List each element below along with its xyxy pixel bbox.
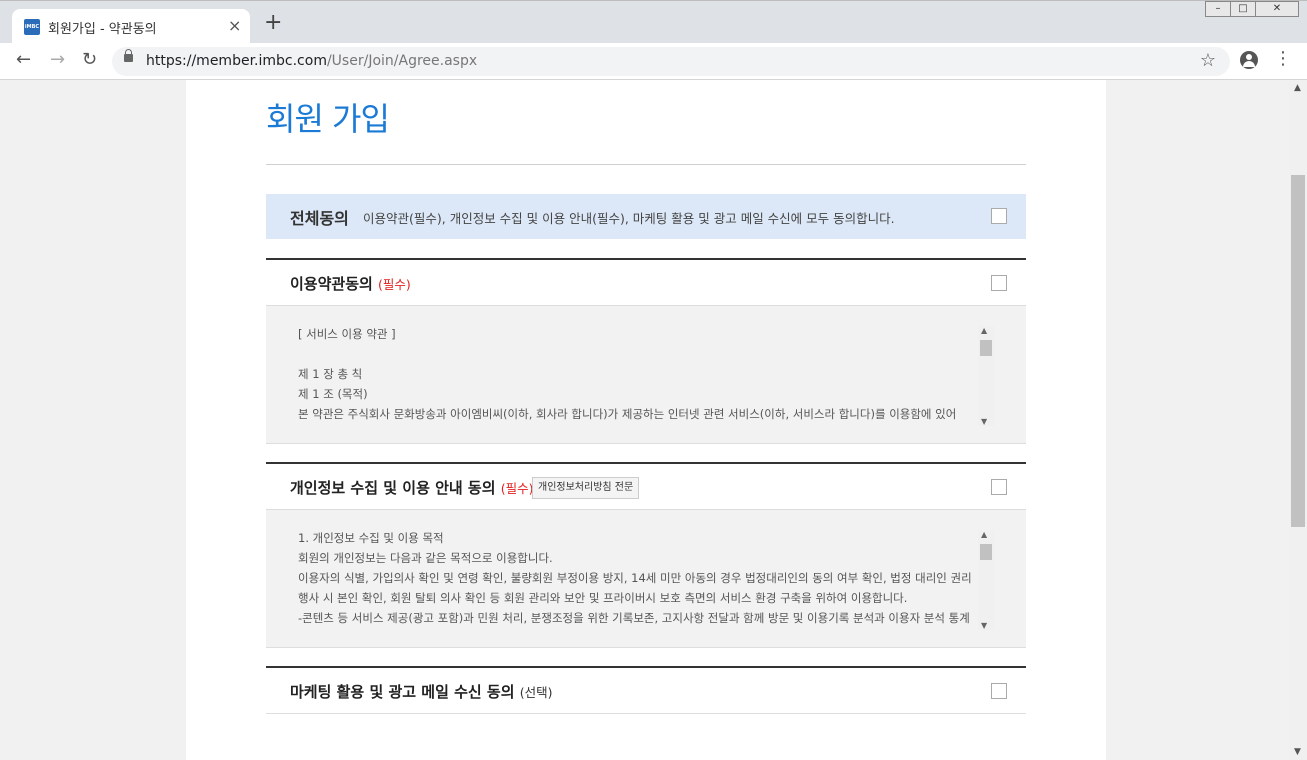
scroll-down-icon[interactable]: ▼ [981, 621, 987, 630]
terms-content: [ 서비스 이용 약관 ] 제 1 장 총 칙 제 1 조 (목적) 본 약관은… [298, 327, 957, 421]
scroll-up-icon[interactable]: ▲ [981, 326, 987, 335]
profile-icon[interactable] [1240, 51, 1258, 69]
browser-titlebar: iMBC 회원가입 - 약관동의 × + – □ ✕ [0, 0, 1307, 44]
forward-icon[interactable]: → [50, 51, 65, 69]
page-title: 회원 가입 [266, 100, 390, 138]
privacy-checkbox[interactable] [991, 479, 1007, 495]
scroll-thumb[interactable] [1291, 175, 1305, 527]
scroll-up-icon[interactable]: ▲ [1294, 83, 1301, 93]
content-page: 회원 가입 전체동의 이용약관(필수), 개인정보 수집 및 이용 안내(필수)… [186, 80, 1106, 760]
privacy-section: 개인정보 수집 및 이용 안내 동의 (필수) 개인정보처리방침 전문 1. 개… [266, 462, 1026, 648]
minimize-button[interactable]: – [1205, 1, 1231, 17]
bookmark-star-icon[interactable]: ☆ [1200, 50, 1216, 71]
all-agree-desc: 이용약관(필수), 개인정보 수집 및 이용 안내(필수), 마케팅 활용 및 … [363, 211, 895, 226]
page-viewport: 회원 가입 전체동의 이용약관(필수), 개인정보 수집 및 이용 안내(필수)… [0, 80, 1289, 760]
tab-title: 회원가입 - 약관동의 [48, 22, 157, 37]
scroll-down-icon[interactable]: ▼ [981, 417, 987, 426]
marketing-checkbox[interactable] [991, 683, 1007, 699]
marketing-title: 마케팅 활용 및 광고 메일 수신 동의 (선택) [290, 683, 553, 701]
privacy-policy-button[interactable]: 개인정보처리방침 전문 [532, 477, 640, 499]
terms-header: 이용약관동의 (필수) [266, 260, 1026, 306]
terms-title: 이용약관동의 (필수) [290, 275, 411, 293]
terms-textbox[interactable]: [ 서비스 이용 약관 ] 제 1 장 총 칙 제 1 조 (목적) 본 약관은… [266, 306, 1026, 444]
menu-icon[interactable]: ⋮ [1274, 50, 1292, 68]
maximize-button[interactable]: □ [1230, 1, 1256, 17]
address-bar[interactable]: https://member.imbc.com/User/Join/Agree.… [112, 47, 1230, 76]
window-controls: – □ ✕ [1205, 1, 1299, 19]
all-agree-checkbox[interactable] [991, 208, 1007, 224]
terms-checkbox[interactable] [991, 275, 1007, 291]
page-scrollbar[interactable]: ▲ ▼ [1289, 80, 1307, 760]
new-tab-button[interactable]: + [264, 12, 282, 34]
scroll-thumb[interactable] [980, 340, 992, 356]
terms-section: 이용약관동의 (필수) [ 서비스 이용 약관 ] 제 1 장 총 칙 제 1 … [266, 258, 1026, 444]
all-agree-label: 전체동의 [290, 209, 349, 228]
marketing-section: 마케팅 활용 및 광고 메일 수신 동의 (선택) [266, 666, 1026, 714]
lock-icon [124, 49, 133, 62]
privacy-header: 개인정보 수집 및 이용 안내 동의 (필수) 개인정보처리방침 전문 [266, 464, 1026, 510]
privacy-textbox[interactable]: 1. 개인정보 수집 및 이용 목적 회원의 개인정보는 다음과 같은 목적으로… [266, 510, 1026, 648]
privacy-scrollbar[interactable]: ▲ ▼ [978, 530, 994, 630]
terms-scrollbar[interactable]: ▲ ▼ [978, 326, 994, 426]
browser-toolbar: ← → ↻ https://member.imbc.com/User/Join/… [0, 43, 1307, 80]
close-tab-icon[interactable]: × [228, 16, 241, 35]
scroll-thumb[interactable] [980, 544, 992, 560]
marketing-header: 마케팅 활용 및 광고 메일 수신 동의 (선택) [266, 668, 1026, 714]
scroll-up-icon[interactable]: ▲ [981, 530, 987, 539]
close-window-button[interactable]: ✕ [1255, 1, 1299, 17]
all-agree-box: 전체동의 이용약관(필수), 개인정보 수집 및 이용 안내(필수), 마케팅 … [266, 194, 1026, 239]
browser-tab[interactable]: iMBC 회원가입 - 약관동의 × [12, 9, 250, 44]
scroll-down-icon[interactable]: ▼ [1294, 747, 1301, 757]
divider [266, 164, 1026, 165]
privacy-title: 개인정보 수집 및 이용 안내 동의 (필수) [290, 479, 534, 497]
favicon-icon: iMBC [24, 19, 40, 35]
back-icon[interactable]: ← [16, 51, 31, 69]
reload-icon[interactable]: ↻ [82, 51, 97, 69]
privacy-content: 1. 개인정보 수집 및 이용 목적 회원의 개인정보는 다음과 같은 목적으로… [298, 531, 972, 625]
url-text[interactable]: https://member.imbc.com/User/Join/Agree.… [146, 53, 477, 69]
